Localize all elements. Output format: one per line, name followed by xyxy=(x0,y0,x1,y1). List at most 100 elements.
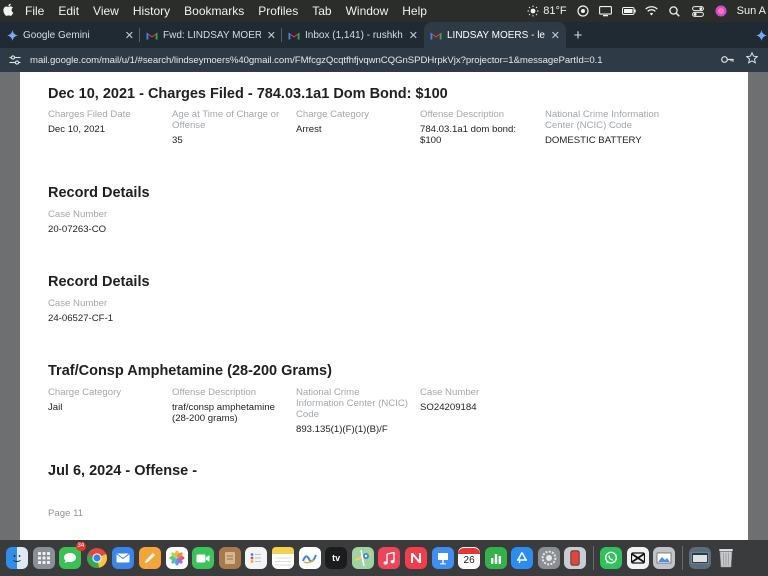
menu-history[interactable]: History xyxy=(126,4,177,18)
tab-label: Inbox (1,141) - rushkhan2015 xyxy=(305,29,403,41)
mail-icon[interactable] xyxy=(112,547,135,569)
bookmark-star-icon[interactable] xyxy=(745,51,759,69)
close-tab-icon[interactable]: ✕ xyxy=(409,29,418,42)
maps-icon[interactable] xyxy=(351,547,374,569)
launchpad-icon[interactable] xyxy=(32,547,55,569)
document-viewer[interactable]: Dec 10, 2021 - Charges Filed - 784.03.1a… xyxy=(0,72,768,540)
field-value: 784.03.1a1 dom bond: $100 xyxy=(420,124,517,146)
appletv-icon[interactable]: tv xyxy=(325,547,348,569)
field-label: National Crime Information Center (NCIC)… xyxy=(545,109,660,131)
field-label: Charge Category xyxy=(48,387,122,398)
section-record-details-2: Record Details Case Number 24-06527-CF-1 xyxy=(48,274,150,328)
menu-help[interactable]: Help xyxy=(395,4,434,18)
gemini-sidebar-icon[interactable] xyxy=(754,22,768,48)
display-icon[interactable] xyxy=(599,4,613,18)
apple-menu-icon[interactable] xyxy=(0,3,16,19)
tab-google-gemini[interactable]: Google Gemini ✕ xyxy=(0,22,140,48)
close-tab-icon[interactable]: ✕ xyxy=(551,29,560,42)
field-value: DOMESTIC BATTERY xyxy=(545,135,642,146)
field-offense-description: Offense Description 784.03.1a1 dom bond:… xyxy=(420,109,532,146)
numbers-icon[interactable] xyxy=(484,547,507,569)
field-ncic-code: National Crime Information Center (NCIC)… xyxy=(296,387,408,435)
appletv-label: tv xyxy=(332,553,341,563)
section-traf-consp-amphetamine: Traf/Consp Amphetamine (28-200 Grams) Ch… xyxy=(48,363,479,437)
battery-icon[interactable] xyxy=(621,4,636,18)
weather-sun-icon[interactable] xyxy=(526,4,540,18)
field-ncic-code: National Crime Information Center (NCIC)… xyxy=(545,109,663,146)
news-icon[interactable] xyxy=(404,547,427,569)
app-menu: File Edit View History Bookmarks Profile… xyxy=(18,4,434,18)
field-value: 35 xyxy=(172,135,183,146)
tab-inbox[interactable]: Inbox (1,141) - rushkhan2015 ✕ xyxy=(282,22,424,48)
macos-dock: 34 tv 26 xyxy=(0,540,768,576)
field-label: Charge Category xyxy=(296,109,370,120)
field-case-number: Case Number 24-06527-CF-1 xyxy=(48,298,163,324)
close-tab-icon[interactable]: ✕ xyxy=(125,29,134,42)
siri-icon[interactable] xyxy=(714,4,728,18)
field-row: Case Number 20-07263-CO xyxy=(48,209,150,239)
menubar-clock[interactable]: Sun A xyxy=(737,5,766,17)
pencil-icon[interactable] xyxy=(138,547,161,569)
field-label: Age at Time of Charge or Offense xyxy=(172,109,280,131)
preview-icon[interactable] xyxy=(653,547,676,569)
chrome-icon[interactable] xyxy=(86,547,108,569)
music-icon[interactable] xyxy=(378,547,401,569)
notes-icon[interactable] xyxy=(271,547,294,569)
finder-icon[interactable] xyxy=(6,547,28,569)
photos-icon[interactable] xyxy=(165,547,188,569)
field-label: Offense Description xyxy=(172,387,257,398)
field-value: Jail xyxy=(48,402,63,413)
capcut-icon[interactable] xyxy=(626,547,649,569)
field-value: Dec 10, 2021 xyxy=(48,124,106,135)
menu-edit[interactable]: Edit xyxy=(51,4,86,18)
menu-tab[interactable]: Tab xyxy=(305,4,338,18)
field-label: National Crime Information Center (NCIC)… xyxy=(296,387,408,420)
field-case-number: Case Number SO24209184 xyxy=(420,387,535,413)
browser-tab-bar: Google Gemini ✕ Fwd: LINDSAY MOERS: – De… xyxy=(0,22,768,48)
dock-separator xyxy=(593,546,595,570)
section-title: Record Details xyxy=(48,274,150,290)
section-title: Jul 6, 2024 - Offense - xyxy=(48,463,198,479)
field-charges-filed-date: Charges Filed Date Dec 10, 2021 xyxy=(48,109,163,135)
field-row: Charges Filed Date Dec 10, 2021 Age at T… xyxy=(48,109,659,159)
menu-window[interactable]: Window xyxy=(339,4,396,18)
new-tab-button[interactable]: + xyxy=(566,22,590,48)
field-value: 24-06527-CF-1 xyxy=(48,313,114,324)
tab-label: Fwd: LINDSAY MOERS: – Def xyxy=(163,29,261,41)
weather-temperature[interactable]: 81°F xyxy=(543,5,566,17)
macos-menubar: File Edit View History Bookmarks Profile… xyxy=(0,0,768,22)
menu-file[interactable]: File xyxy=(18,4,51,18)
menu-view[interactable]: View xyxy=(86,4,126,18)
site-settings-icon[interactable] xyxy=(0,55,30,65)
gemini-icon xyxy=(6,29,18,41)
facetime-icon[interactable] xyxy=(192,547,215,569)
reminders-icon[interactable] xyxy=(245,547,268,569)
appstore-icon[interactable] xyxy=(511,547,534,569)
messages-icon[interactable]: 34 xyxy=(59,542,87,569)
settings-icon[interactable] xyxy=(537,547,560,569)
calendar-icon[interactable]: 26 xyxy=(458,547,481,569)
control-center-icon[interactable] xyxy=(691,4,705,18)
menu-bookmarks[interactable]: Bookmarks xyxy=(177,4,251,18)
iphone-mirroring-icon[interactable] xyxy=(564,547,587,569)
wifi-icon[interactable] xyxy=(645,4,659,18)
page-number: Page 11 xyxy=(48,508,84,519)
recent-window-icon[interactable] xyxy=(688,547,711,569)
url-field[interactable]: mail.google.com/mail/u/1/#search/lindsey… xyxy=(30,55,690,66)
gmail-icon xyxy=(288,29,300,41)
search-spotlight-icon[interactable] xyxy=(668,4,682,18)
section-offense-jul-2024: Jul 6, 2024 - Offense - xyxy=(48,463,197,479)
freeform-icon[interactable] xyxy=(298,547,321,569)
close-tab-icon[interactable]: ✕ xyxy=(267,29,276,42)
trash-icon[interactable] xyxy=(715,547,737,569)
whatsapp-icon[interactable] xyxy=(600,547,623,569)
focus-icon[interactable] xyxy=(576,4,590,18)
field-value: SO24209184 xyxy=(420,402,477,413)
password-key-icon[interactable] xyxy=(721,51,734,69)
address-bar-actions xyxy=(721,48,768,72)
keynote-icon[interactable] xyxy=(431,547,454,569)
menu-profiles[interactable]: Profiles xyxy=(251,4,305,18)
notes-brown-icon[interactable] xyxy=(218,547,241,569)
tab-lindsay-moers-lease[interactable]: LINDSAY MOERS - lease.repa ✕ xyxy=(424,22,566,48)
tab-fwd-lindsay-moers[interactable]: Fwd: LINDSAY MOERS: – Def ✕ xyxy=(140,22,282,48)
